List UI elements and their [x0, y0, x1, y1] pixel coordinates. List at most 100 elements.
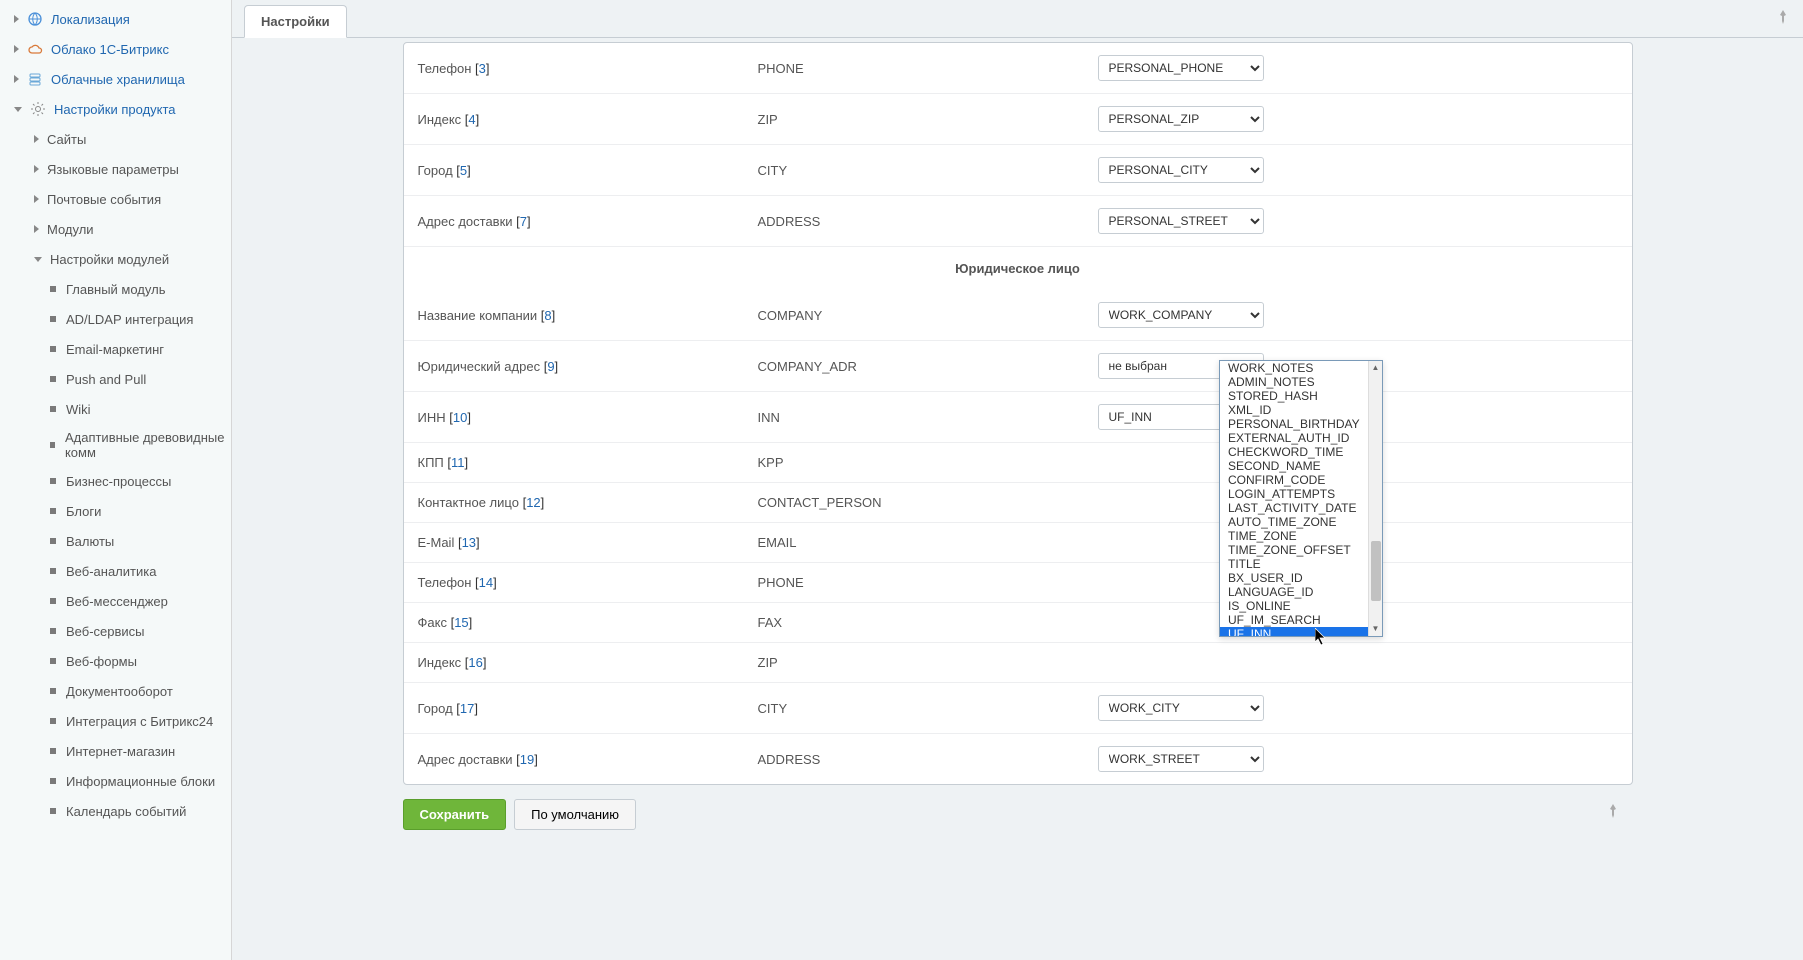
sidebar-item-label: Веб-формы [66, 654, 137, 669]
sidebar-item-module[interactable]: Бизнес-процессы [0, 466, 231, 496]
sidebar-item-module[interactable]: Информационные блоки [0, 766, 231, 796]
sidebar-item-localization[interactable]: Локализация [0, 4, 231, 34]
sidebar-item-module[interactable]: Блоги [0, 496, 231, 526]
pin-icon[interactable] [1607, 804, 1619, 825]
dropdown-option[interactable]: CONFIRM_CODE [1220, 473, 1368, 487]
property-code: CONTACT_PERSON [758, 495, 1098, 510]
field-mapping-select[interactable]: WORK_STREET [1098, 746, 1264, 772]
tabs-row: Настройки [232, 0, 1803, 38]
field-mapping-select[interactable]: PERSONAL_CITY [1098, 157, 1264, 183]
dropdown-option[interactable]: LOGIN_ATTEMPTS [1220, 487, 1368, 501]
property-id-link[interactable]: 12 [526, 495, 540, 510]
dropdown-option[interactable]: EXTERNAL_AUTH_ID [1220, 431, 1368, 445]
property-id-link[interactable]: 10 [453, 410, 467, 425]
sidebar-item-l2[interactable]: Сайты [0, 124, 231, 154]
dropdown-option[interactable]: CHECKWORD_TIME [1220, 445, 1368, 459]
property-code: ZIP [758, 112, 1098, 127]
field-mapping-select[interactable]: WORK_COMPANY [1098, 302, 1264, 328]
sidebar-item-module[interactable]: Валюты [0, 526, 231, 556]
dropdown-option[interactable]: STORED_HASH [1220, 389, 1368, 403]
property-id-link[interactable]: 13 [462, 535, 476, 550]
sidebar-item-module-settings[interactable]: Настройки модулей [0, 244, 231, 274]
dropdown-option[interactable]: AUTO_TIME_ZONE [1220, 515, 1368, 529]
sidebar-item-module[interactable]: Календарь событий [0, 796, 231, 826]
sidebar-item-module[interactable]: Email-маркетинг [0, 334, 231, 364]
tab-settings[interactable]: Настройки [244, 5, 347, 38]
property-code: COMPANY [758, 308, 1098, 323]
property-id-link[interactable]: 9 [547, 359, 554, 374]
sidebar-item-label: Веб-сервисы [66, 624, 145, 639]
field-mapping-select[interactable]: PERSONAL_PHONE [1098, 55, 1264, 81]
dropdown-option[interactable]: LAST_ACTIVITY_DATE [1220, 501, 1368, 515]
table-row: Телефон [3]PHONEPERSONAL_PHONE [404, 43, 1632, 93]
property-id-link[interactable]: 8 [544, 308, 551, 323]
field-mapping-select[interactable]: PERSONAL_ZIP [1098, 106, 1264, 132]
dropdown-option[interactable]: WORK_NOTES [1220, 361, 1368, 375]
table-row: Телефон [14]PHONE [404, 562, 1632, 602]
sidebar-item-module[interactable]: AD/LDAP интеграция [0, 304, 231, 334]
property-id-link[interactable]: 7 [520, 214, 527, 229]
sidebar-item-module[interactable]: Адаптивные древовидные комм [0, 424, 231, 466]
sidebar-item-module[interactable]: Веб-сервисы [0, 616, 231, 646]
property-label: Юридический адрес [418, 359, 544, 374]
dropdown-scrollbar[interactable]: ▲ ▼ [1368, 361, 1382, 636]
dropdown-option[interactable]: XML_ID [1220, 403, 1368, 417]
sidebar-item-module[interactable]: Документооборот [0, 676, 231, 706]
sidebar-item-l2[interactable]: Языковые параметры [0, 154, 231, 184]
sidebar-item-module[interactable]: Wiki [0, 394, 231, 424]
dropdown-option[interactable]: UF_INN [1220, 627, 1368, 636]
bullet-icon [50, 778, 56, 784]
sidebar-item-l2[interactable]: Модули [0, 214, 231, 244]
content-scroll[interactable]: Телефон [3]PHONEPERSONAL_PHONEИндекс [4]… [232, 38, 1803, 960]
dropdown-option[interactable]: SECOND_NAME [1220, 459, 1368, 473]
property-id-link[interactable]: 17 [460, 701, 474, 716]
property-id-link[interactable]: 16 [468, 655, 482, 670]
property-id-link[interactable]: 15 [454, 615, 468, 630]
bullet-icon [50, 346, 56, 352]
dropdown-popup[interactable]: WORK_NOTESADMIN_NOTESSTORED_HASHXML_IDPE… [1219, 360, 1383, 637]
property-label: КПП [418, 455, 448, 470]
sidebar-item-label: Push and Pull [66, 372, 146, 387]
scroll-thumb[interactable] [1371, 541, 1381, 601]
dropdown-option[interactable]: UF_IM_SEARCH [1220, 613, 1368, 627]
sidebar-item-module[interactable]: Веб-аналитика [0, 556, 231, 586]
dropdown-option[interactable]: LANGUAGE_ID [1220, 585, 1368, 599]
property-id-link[interactable]: 4 [468, 112, 475, 127]
property-id-link[interactable]: 19 [520, 752, 534, 767]
bullet-icon [50, 478, 56, 484]
dropdown-option[interactable]: IS_ONLINE [1220, 599, 1368, 613]
default-button[interactable]: По умолчанию [514, 799, 636, 830]
property-id-link[interactable]: 3 [479, 61, 486, 76]
sidebar-item-label: Главный модуль [66, 282, 165, 297]
dropdown-option[interactable]: PERSONAL_BIRTHDAY [1220, 417, 1368, 431]
sidebar-item-module[interactable]: Push and Pull [0, 364, 231, 394]
gear-icon [30, 101, 46, 117]
sidebar-item-module[interactable]: Веб-формы [0, 646, 231, 676]
arrow-right-icon [14, 45, 19, 53]
property-id-link[interactable]: 11 [451, 455, 465, 470]
property-id-link[interactable]: 5 [460, 163, 467, 178]
sidebar-item-module[interactable]: Интернет-магазин [0, 736, 231, 766]
sidebar-item-product-settings[interactable]: Настройки продукта [0, 94, 231, 124]
dropdown-option[interactable]: TIME_ZONE_OFFSET [1220, 543, 1368, 557]
scroll-up-icon[interactable]: ▲ [1369, 361, 1382, 375]
dropdown-option[interactable]: ADMIN_NOTES [1220, 375, 1368, 389]
sidebar-item-l2[interactable]: Почтовые события [0, 184, 231, 214]
save-button[interactable]: Сохранить [403, 799, 507, 830]
property-id-link[interactable]: 14 [479, 575, 493, 590]
sidebar-item-module[interactable]: Главный модуль [0, 274, 231, 304]
pin-icon[interactable] [1777, 10, 1789, 31]
property-code: EMAIL [758, 535, 1098, 550]
dropdown-option[interactable]: BX_USER_ID [1220, 571, 1368, 585]
dropdown-option[interactable]: TITLE [1220, 557, 1368, 571]
bullet-icon [50, 442, 55, 448]
sidebar-item-cloud-bitrix[interactable]: Облако 1С-Битрикс [0, 34, 231, 64]
field-mapping-select[interactable]: WORK_CITY [1098, 695, 1264, 721]
arrow-right-icon [14, 75, 19, 83]
sidebar-item-module[interactable]: Интеграция с Битрикс24 [0, 706, 231, 736]
dropdown-option[interactable]: TIME_ZONE [1220, 529, 1368, 543]
scroll-down-icon[interactable]: ▼ [1369, 622, 1382, 636]
sidebar-item-cloud-storage[interactable]: Облачные хранилища [0, 64, 231, 94]
sidebar-item-module[interactable]: Веб-мессенджер [0, 586, 231, 616]
field-mapping-select[interactable]: PERSONAL_STREET [1098, 208, 1264, 234]
